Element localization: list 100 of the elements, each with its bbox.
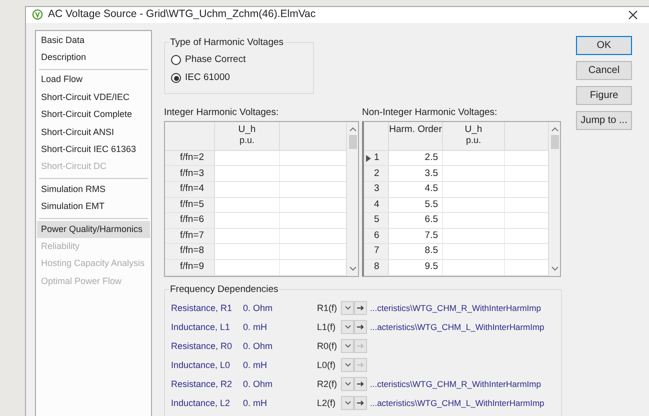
dialog-button[interactable]: Figure (576, 86, 632, 105)
chevron-down-icon (344, 382, 350, 386)
scroll-up-icon[interactable] (550, 126, 558, 132)
table-cell[interactable]: 2.5 (389, 150, 443, 166)
table-cell[interactable]: 7.5 (389, 228, 443, 244)
radio-button[interactable] (171, 54, 181, 65)
arrow-right-icon (357, 381, 364, 388)
row-header: f/fn=6 (165, 213, 215, 228)
table-cell[interactable]: 3.5 (389, 166, 443, 181)
parameter-value: 0. Ohm (243, 340, 274, 352)
jump-button[interactable] (354, 320, 367, 334)
sidebar-item[interactable]: Simulation EMT (37, 198, 150, 216)
power-source-icon (32, 9, 43, 20)
sidebar-item[interactable]: Power Quality/Harmonics (37, 220, 150, 238)
scroll-thumb[interactable] (348, 134, 356, 149)
dropdown-button[interactable] (341, 396, 354, 410)
jump-button[interactable] (354, 396, 367, 410)
table-title: Non-Integer Harmonic Voltages: (362, 106, 498, 119)
function-label: L2(f) (317, 396, 337, 410)
arrow-right-icon (357, 324, 364, 330)
column-header: U_h p.u. (215, 122, 280, 150)
column-header: Harm. Order (389, 122, 443, 150)
row-header: f/fn=5 (165, 198, 215, 212)
function-label: R1(f) (317, 302, 338, 315)
function-label: R0(f) (317, 340, 338, 353)
close-icon[interactable] (628, 10, 638, 20)
sidebar-item[interactable]: Load Flow (37, 72, 150, 89)
group-title: Type of Harmonic Voltages (169, 36, 285, 50)
scroll-down-icon[interactable] (348, 266, 356, 272)
group-title: Frequency Dependencies (169, 282, 280, 297)
arrow-right-icon (357, 400, 364, 406)
parameter-value: 0. mH (243, 358, 268, 372)
arrow-right-icon (357, 305, 364, 312)
dropdown-button[interactable] (341, 301, 354, 316)
parameter-value: 0. Ohm (243, 378, 274, 390)
table-cell[interactable]: 8.5 (389, 244, 443, 259)
dialog-button[interactable]: OK (576, 36, 632, 55)
characteristic-link[interactable]: ...cteristics\WTG_CHM_R_WithInterHarmImp (370, 302, 541, 315)
parameter-value: 0. mH (243, 396, 268, 410)
table-cell[interactable]: 6.5 (389, 213, 443, 228)
row-pointer-icon (366, 154, 371, 162)
table-title: Integer Harmonic Voltages: (164, 106, 280, 119)
row-header: 8 (364, 260, 389, 274)
row-header: 1 (364, 150, 389, 166)
sidebar-item[interactable]: Description (37, 49, 150, 67)
dropdown-button[interactable] (341, 339, 354, 354)
chevron-down-icon (344, 306, 350, 310)
sidebar-item[interactable]: Short-Circuit IEC 61363 (37, 141, 150, 158)
dropdown-button[interactable] (341, 377, 354, 392)
characteristic-link[interactable]: ...cteristics\WTG_CHM_R_WithInterHarmImp (370, 378, 541, 391)
scrollbar[interactable] (548, 122, 560, 276)
characteristic-link[interactable]: ...acteristics\WTG_CHM_L_WithInterHarmImp (370, 396, 544, 410)
table-cell[interactable]: 9.5 (389, 260, 443, 274)
chevron-down-icon (344, 325, 350, 330)
row-header: 4 (364, 198, 389, 212)
scroll-thumb[interactable] (550, 134, 558, 149)
row-header: f/fn=3 (165, 166, 215, 181)
table-cell[interactable]: 4.5 (389, 182, 443, 197)
chevron-down-icon (344, 401, 350, 406)
jump-button[interactable] (354, 377, 367, 392)
sidebar-item[interactable]: Basic Data (37, 32, 150, 50)
parameter-value: 0. Ohm (243, 302, 274, 314)
row-header: 5 (364, 213, 389, 228)
jump-button[interactable] (354, 301, 367, 316)
scroll-down-icon[interactable] (550, 266, 558, 272)
function-label: L0(f) (317, 358, 337, 372)
arrow-right-icon (357, 343, 364, 350)
chevron-down-icon (344, 344, 350, 348)
radio-label: IEC 61000 (185, 71, 230, 85)
parameter-value: 0. mH (243, 320, 268, 334)
parameter-label: Resistance, R2 (171, 378, 234, 390)
parameter-label: Resistance, R0 (171, 340, 234, 352)
dialog-button[interactable]: Jump to ... (576, 110, 632, 130)
row-header: f/fn=7 (165, 228, 215, 244)
dropdown-button[interactable] (341, 358, 354, 372)
sidebar-item[interactable]: Simulation RMS (37, 180, 150, 198)
function-label: L1(f) (317, 320, 337, 334)
radio-label: Phase Correct (185, 52, 246, 67)
column-header: U_h p.u. (443, 122, 505, 150)
sidebar-item[interactable]: Short-Circuit ANSI (37, 124, 150, 142)
row-header: f/fn=9 (165, 260, 215, 274)
characteristic-link[interactable]: ...acteristics\WTG_CHM_L_WithInterHarmImp (370, 320, 544, 334)
scroll-up-icon[interactable] (348, 126, 356, 132)
row-header: 7 (364, 244, 389, 259)
arrow-right-icon (357, 362, 364, 368)
window-title: AC Voltage Source - Grid\WTG_Uchm_Zchm(46).ElmVac (48, 7, 316, 22)
dialog-button[interactable]: Cancel (576, 60, 632, 80)
row-header: f/fn=8 (165, 244, 215, 259)
chevron-down-icon (344, 363, 350, 368)
scrollbar[interactable] (346, 122, 358, 276)
radio-button[interactable] (171, 73, 181, 84)
parameter-label: Resistance, R1 (171, 302, 234, 314)
row-header: 2 (364, 166, 389, 181)
dropdown-button[interactable] (341, 320, 354, 334)
parameter-label: Inductance, L0 (171, 358, 232, 372)
parameter-label: Inductance, L2 (171, 396, 232, 410)
table-cell[interactable]: 5.5 (389, 198, 443, 212)
sidebar-item[interactable]: Short-Circuit VDE/IEC (37, 88, 150, 106)
sidebar-item[interactable]: Short-Circuit Complete (37, 106, 150, 124)
row-header: f/fn=2 (165, 150, 215, 166)
